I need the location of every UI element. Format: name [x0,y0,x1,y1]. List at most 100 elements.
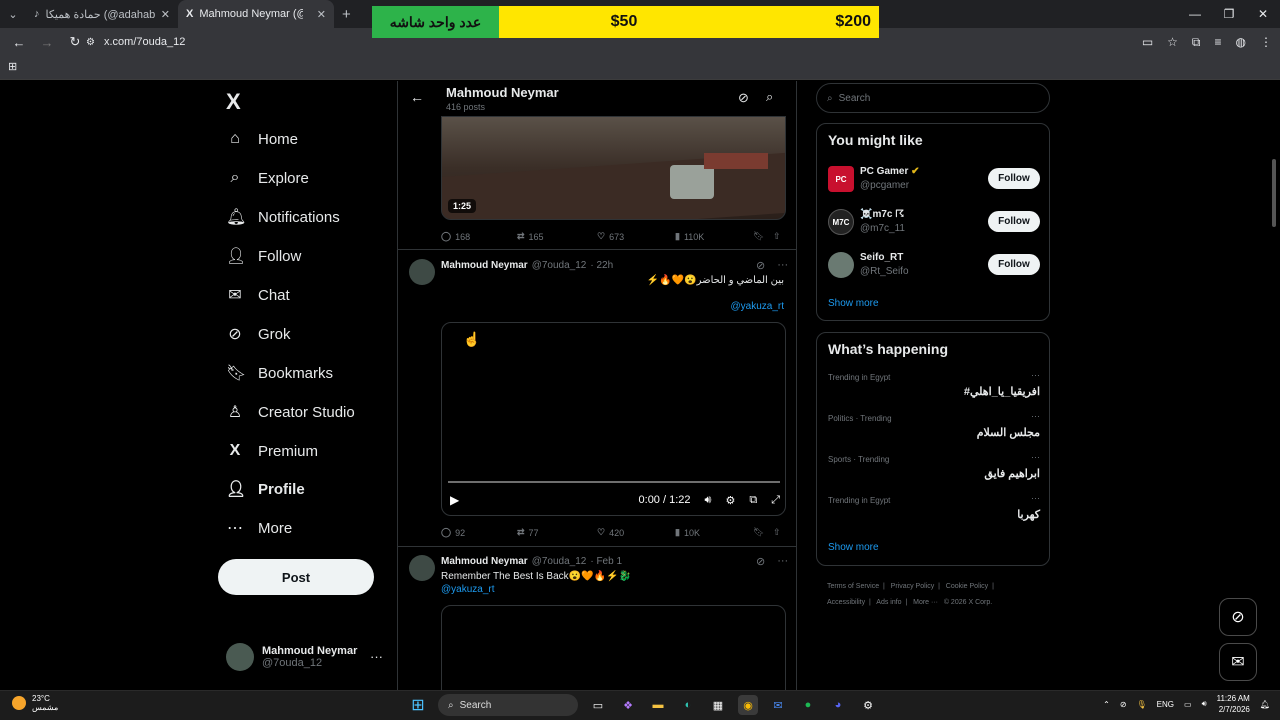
restore-icon[interactable]: ❐ [1212,0,1246,28]
minimize-icon[interactable]: — [1178,0,1212,28]
tweet-time[interactable]: · 22h [590,260,613,271]
chevron-up-icon[interactable]: ⌃ [1103,700,1110,709]
reply-button[interactable]: ◯ 168 [441,231,517,242]
nav-premium[interactable]: X Premium [226,439,318,463]
nav-follow[interactable]: 👤︎ Follow [226,244,301,268]
tweet-author-handle[interactable]: @7ouda_12 [532,260,587,271]
repost-button[interactable]: ⇄ 77 [517,527,597,538]
tweet-mention[interactable]: @yakuza_rt [730,301,784,312]
grok-icon[interactable]: ⊘ [756,259,765,272]
bookmark-icon[interactable]: 🔖︎ [753,527,773,538]
video-progress-bar[interactable] [448,481,780,483]
bookmark-icon[interactable]: 🔖︎ [753,231,773,242]
close-tab-icon[interactable]: ✕ [317,8,326,21]
settings-icon[interactable]: ⚙ [858,695,878,715]
like-button[interactable]: ♡ 420 [597,527,675,538]
tweet-video-player[interactable] [441,605,786,690]
picture-in-picture-icon[interactable]: ⧉ [749,494,757,507]
footer-line[interactable]: Terms of Service | Privacy Policy | Cook… [827,579,1049,595]
tweet-mention[interactable]: @yakuza_rt [441,584,495,595]
follow-button[interactable]: Follow [988,168,1040,189]
views-button[interactable]: ▮ 10K [675,527,753,538]
nav-profile[interactable]: 👤︎ Profile [226,477,305,501]
repost-button[interactable]: ⇄ 165 [517,231,597,242]
apps-grid-icon[interactable]: ⊞ [8,60,17,73]
account-menu-icon[interactable]: ··· [370,649,383,664]
nav-more[interactable]: ⋯ More [226,516,292,540]
footer-line[interactable]: Accessibility | Ads info | More ··· © 20… [827,595,1049,611]
follow-button[interactable]: Follow [988,211,1040,232]
page-scrollbar[interactable] [1272,159,1276,227]
tweet-author-handle[interactable]: @7ouda_12 [532,556,587,567]
grok-fab-button[interactable]: ⊘ [1219,598,1257,636]
avatar[interactable] [409,555,435,581]
nav-bookmarks[interactable]: 🔖︎ Bookmarks [226,361,333,385]
new-tab-button[interactable]: + [334,0,359,28]
install-app-icon[interactable]: ▭ [1142,35,1153,49]
browser-tab-x[interactable]: X Mahmoud Neymar (@7ouda ✕ [178,0,334,28]
more-icon[interactable]: ··· [1031,370,1040,380]
taskbar-search[interactable]: ⌕ Search [438,694,578,716]
store-icon[interactable]: ▦ [708,695,728,715]
site-info-icon[interactable]: ⚙ [86,37,95,48]
search-input[interactable]: ⌕ Search [816,83,1050,113]
post-button[interactable]: Post [218,559,374,595]
suggested-account[interactable]: Seifo_RT @Rt_Seifo Follow [828,250,1040,280]
profile-icon[interactable]: ◍ [1236,35,1246,49]
trend-item[interactable]: Politics · Trending ··· مجلس السلام [828,411,1040,452]
copilot-icon[interactable]: ❖ [618,695,638,715]
bookmark-star-icon[interactable]: ☆ [1167,35,1178,49]
tweet-author-name[interactable]: Mahmoud Neymar [441,260,528,271]
grok-icon[interactable]: ⊘ [756,555,765,568]
display-icon[interactable]: ▭ [1184,700,1192,709]
task-view-icon[interactable]: ▭ [588,695,608,715]
nav-creator-studio[interactable]: ♙ Creator Studio [226,400,355,424]
more-icon[interactable]: ··· [1031,493,1040,503]
more-icon[interactable]: ··· [1031,411,1040,421]
extensions-icon[interactable]: ⧉ [1192,35,1201,50]
more-icon[interactable]: ··· [777,259,788,272]
nav-grok[interactable]: ⊘ Grok [226,322,290,346]
show-more-link[interactable]: Show more [828,298,879,309]
search-icon[interactable]: ⌕ [766,89,773,105]
suggested-account[interactable]: M7C ☠️m7c ☈ @m7c_11 Follow [828,207,1040,237]
back-arrow-icon[interactable]: ← [410,89,424,105]
windows-start-icon[interactable]: ⊞ [408,695,428,715]
show-more-link[interactable]: Show more [828,542,879,553]
volume-icon[interactable]: 🔊︎ [1202,699,1207,709]
forward-icon[interactable]: → [38,35,56,50]
nav-explore[interactable]: ⌕ Explore [226,166,309,190]
volume-icon[interactable]: 🔊︎ [705,494,712,507]
reply-button[interactable]: ◯ 92 [441,527,517,538]
suggested-account[interactable]: PC PC Gamer ✔ @pcgamer Follow [828,164,1040,194]
nav-chat[interactable]: ✉ Chat [226,283,289,307]
fullscreen-icon[interactable]: ⤢ [771,494,780,507]
close-window-icon[interactable]: ✕ [1246,0,1280,28]
tweet-author-name[interactable]: Mahmoud Neymar [441,556,528,567]
microphone-icon[interactable]: 🎙︎ [1137,700,1147,709]
notifications-icon[interactable]: 🔔︎ [1260,700,1270,709]
tweet-video-player[interactable]: ▶ 0:00 / 1:22 🔊︎ ⚙ ⧉ ⤢ [441,322,786,516]
nav-notifications[interactable]: 🔔︎ Notifications [226,205,340,229]
account-switcher[interactable]: Mahmoud Neymar @7ouda_12 ··· [226,643,383,671]
back-icon[interactable]: ← [10,35,28,50]
x-logo[interactable]: X [226,89,241,115]
views-button[interactable]: ▮ 110K [675,231,753,242]
close-tab-icon[interactable]: ✕ [161,8,170,21]
share-icon[interactable]: ⇧ [773,231,781,242]
menu-icon[interactable]: ⋮ [1260,35,1272,49]
language-indicator[interactable]: ENG [1157,700,1174,709]
media-control-icon[interactable]: ≡ [1215,35,1222,49]
edge-icon[interactable]: ◐ [678,695,698,715]
tab-list-button[interactable]: ⌄ [0,0,26,28]
more-icon[interactable]: ··· [777,555,788,568]
mail-app-icon[interactable]: ✉ [768,695,788,715]
play-icon[interactable]: ▶ [450,493,459,507]
network-off-icon[interactable]: ⊘ [1120,700,1127,709]
trend-item[interactable]: Sports · Trending ··· ابراهيم فايق [828,452,1040,493]
more-icon[interactable]: ··· [1031,452,1040,462]
tweet-video-thumbnail[interactable]: 1:25 [441,116,786,220]
follow-button[interactable]: Follow [988,254,1040,275]
file-explorer-icon[interactable]: ▬ [648,695,668,715]
weather-widget[interactable]: 23°C مشمس [12,694,58,712]
